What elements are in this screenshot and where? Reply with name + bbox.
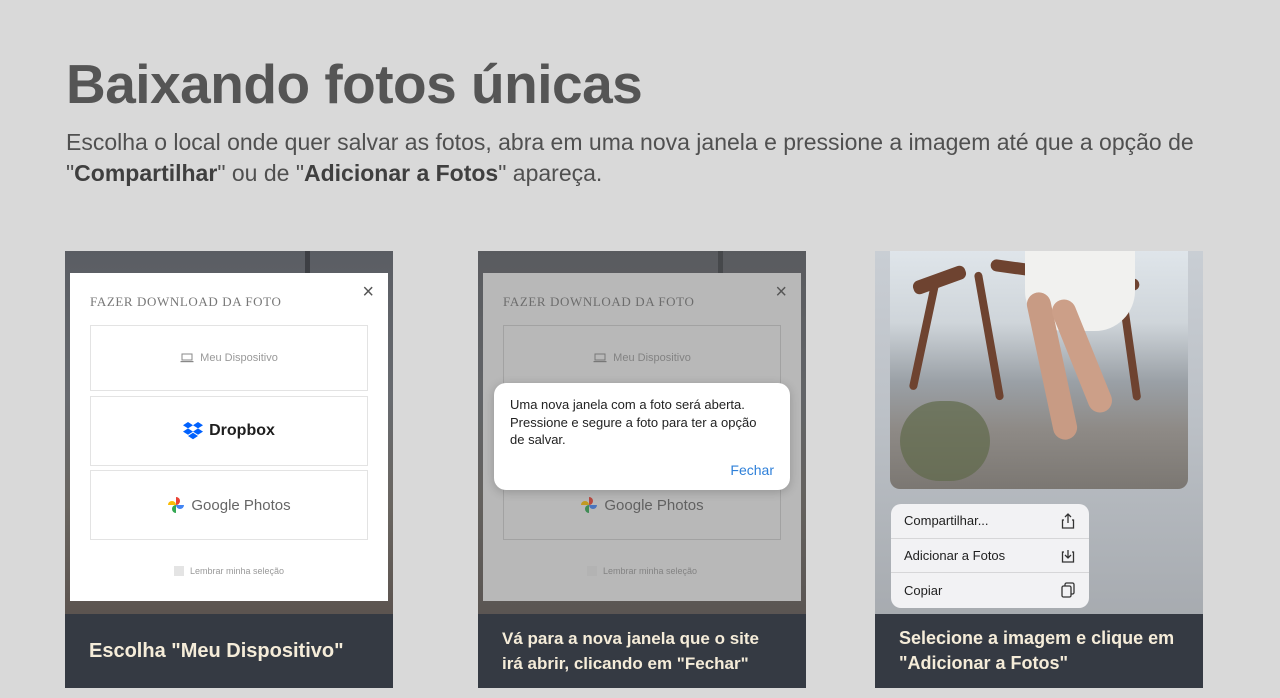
subtitle-text: " ou de " xyxy=(217,160,304,186)
menu-item-label: Compartilhar... xyxy=(904,513,989,529)
step-caption: Selecione a imagem e clique em "Adiciona… xyxy=(875,614,1203,688)
alert-message: Uma nova janela com a foto será aberta. … xyxy=(510,397,757,447)
step-card-3: Compartilhar... Adicionar a Fotos Copiar… xyxy=(875,251,1203,688)
option-my-device[interactable]: Meu Dispositivo xyxy=(90,325,368,391)
google-photos-icon xyxy=(168,497,185,513)
menu-item-label: Copiar xyxy=(904,582,943,598)
selected-photo[interactable] xyxy=(890,251,1188,489)
option-label: Dropbox xyxy=(209,422,275,439)
laptop-icon xyxy=(180,353,194,363)
subtitle-bold-share: Compartilhar xyxy=(74,160,218,186)
page-title: Baixando fotos únicas xyxy=(66,53,643,115)
step-card-1: FAZER DOWNLOAD DA FOTO × Meu Dispositivo… xyxy=(65,251,393,688)
save-to-photos-icon xyxy=(1061,550,1075,564)
remember-checkbox[interactable] xyxy=(173,566,184,576)
dialog-title: FAZER DOWNLOAD DA FOTO xyxy=(90,294,282,309)
step-caption: Vá para a nova janela que o site irá abr… xyxy=(478,614,806,688)
subtitle-text: " apareça. xyxy=(498,160,603,186)
option-google-photos[interactable]: Google Photos xyxy=(90,470,368,540)
dropbox-icon xyxy=(183,422,204,440)
share-icon xyxy=(1061,512,1075,529)
menu-item-label: Adicionar a Fotos xyxy=(904,547,1006,563)
remember-label: Lembrar minha seleção xyxy=(189,566,285,576)
menu-item-add-to-photos[interactable]: Adicionar a Fotos xyxy=(891,539,1089,574)
subtitle-bold-add-photos: Adicionar a Fotos xyxy=(303,160,499,186)
menu-item-copy[interactable]: Copiar xyxy=(891,573,1089,608)
page-subtitle: Escolha o local onde quer salvar as foto… xyxy=(66,127,1226,189)
download-dialog: FAZER DOWNLOAD DA FOTO × Meu Dispositivo… xyxy=(70,273,388,601)
menu-item-share[interactable]: Compartilhar... xyxy=(891,504,1089,539)
option-dropbox[interactable]: Dropbox xyxy=(90,396,368,466)
copy-icon xyxy=(1061,582,1075,599)
step-caption: Escolha "Meu Dispositivo" xyxy=(65,614,393,688)
alert-dialog: Uma nova janela com a foto será aberta. … xyxy=(494,383,790,490)
step-card-2: FAZER DOWNLOAD DA FOTO × Meu Dispositivo… xyxy=(478,251,806,688)
remember-selection[interactable]: Lembrar minha seleção xyxy=(70,566,388,576)
close-button[interactable]: Fechar xyxy=(730,462,774,478)
share-context-menu: Compartilhar... Adicionar a Fotos Copiar xyxy=(891,504,1089,608)
close-icon[interactable]: × xyxy=(362,281,374,304)
option-label: Google Photos xyxy=(191,496,291,514)
option-label: Meu Dispositivo xyxy=(200,352,278,364)
